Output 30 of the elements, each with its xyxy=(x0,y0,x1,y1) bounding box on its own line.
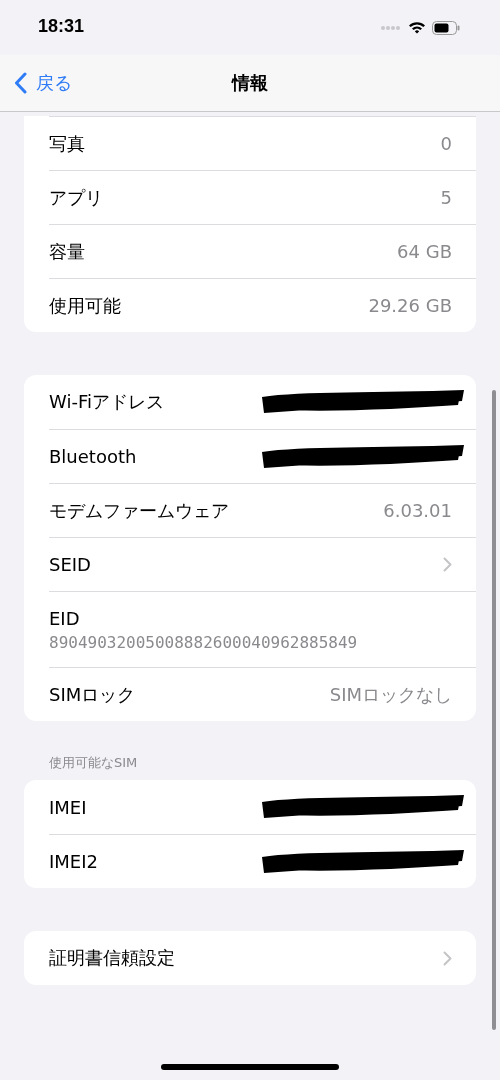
row-value: 5 xyxy=(440,187,452,208)
row-label: 写真 xyxy=(49,131,85,156)
row-label: 証明書信頼設定 xyxy=(49,946,175,970)
row-value: SIMロックなし xyxy=(329,682,452,707)
chevron-icon[interactable] xyxy=(443,557,452,572)
chevron-icon[interactable] xyxy=(443,950,452,966)
row-label: Wi-Fiアドレス xyxy=(49,390,164,414)
row-value: 89049032005008882600040962885849 xyxy=(49,632,358,652)
status-time: 18:31 xyxy=(38,16,85,37)
row-label: EID xyxy=(49,607,80,629)
battery-icon xyxy=(432,20,460,35)
row-label: アプリ xyxy=(49,185,103,210)
row-label: モデムファームウェア xyxy=(49,498,229,523)
row-label: SEID xyxy=(49,554,91,575)
row-label: IMEI xyxy=(49,796,87,818)
wifi-icon xyxy=(408,21,426,34)
nav-title: 情報 xyxy=(232,71,268,95)
row-label: 使用可能 xyxy=(49,293,121,318)
row-value: 29.26 GB xyxy=(368,295,452,316)
row-label: SIMロック xyxy=(49,682,136,707)
back-button[interactable]: 戻る xyxy=(0,71,72,95)
row-label: Bluetooth xyxy=(49,446,137,467)
row-value: 0 xyxy=(440,133,452,154)
row-label: IMEI2 xyxy=(49,851,98,872)
row-label: 容量 xyxy=(49,239,85,264)
section-header: 使用可能なSIM xyxy=(49,754,139,772)
row-value: 6.03.01 xyxy=(383,500,452,521)
back-chevron-icon[interactable] xyxy=(14,72,28,94)
row-value: 64 GB xyxy=(397,241,452,262)
signal-icon xyxy=(380,24,402,31)
